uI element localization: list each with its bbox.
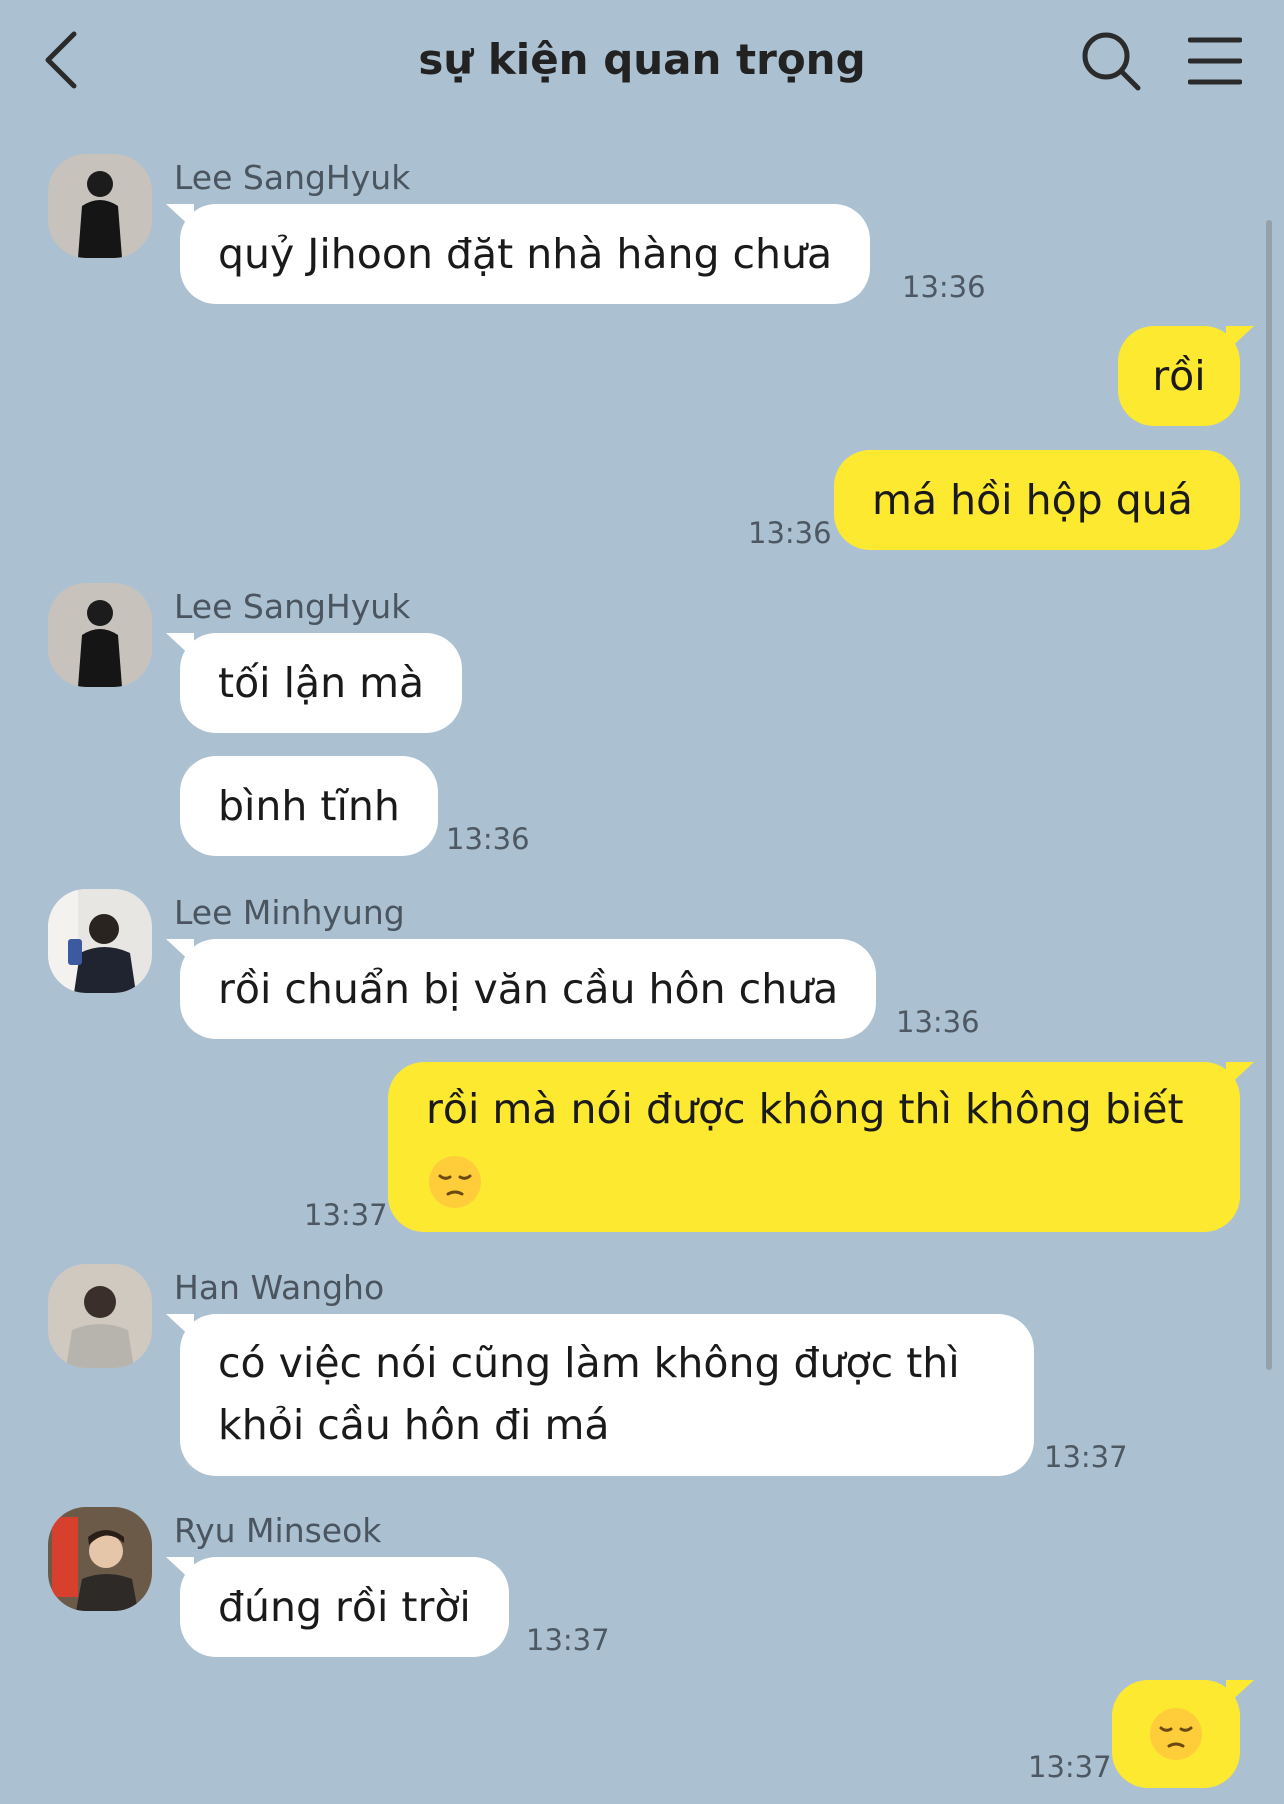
message-bubble[interactable]: rồi chuẩn bị văn cầu hôn chưa — [165, 939, 877, 1039]
message-time: 13:36 — [896, 1005, 980, 1039]
message-bubble[interactable]: đúng rồi trời — [166, 1557, 509, 1657]
avatar[interactable] — [48, 154, 152, 258]
search-button[interactable] — [1080, 30, 1142, 92]
message-bubble[interactable]: rồi mà nói được không thì không biết — [388, 1062, 1254, 1232]
scrollbar[interactable] — [1266, 220, 1272, 1370]
avatar-icon — [48, 1507, 152, 1611]
message-time: 13:36 — [748, 516, 832, 550]
avatar-icon — [48, 154, 152, 258]
message-bubble[interactable]: tối lận mà — [165, 633, 463, 733]
message-time: 13:37 — [1028, 1750, 1112, 1784]
message-text: rồi mà nói được không thì không biết — [426, 1085, 1184, 1133]
avatar-icon — [48, 583, 152, 687]
message-bubble[interactable] — [1112, 1680, 1254, 1788]
sender-name: Ryu Minseok — [174, 1511, 382, 1550]
sender-name: Lee SangHyuk — [174, 587, 411, 626]
avatar[interactable] — [48, 889, 152, 993]
message-time: 13:36 — [446, 822, 530, 856]
message-bubble[interactable]: quỷ Jihoon đặt nhà hàng chưa — [165, 204, 871, 304]
avatar-icon — [48, 1264, 152, 1368]
pensive-face-emoji — [426, 1153, 484, 1211]
message-time: 13:37 — [1044, 1440, 1128, 1474]
message-text: khỏi cầu hôn đi má — [218, 1401, 610, 1449]
message-bubble[interactable]: má hồi hộp quá — [834, 450, 1240, 550]
pensive-face-emoji — [1147, 1705, 1205, 1763]
message-text: có việc nói cũng làm không được thì — [218, 1339, 960, 1387]
sender-name: Lee SangHyuk — [174, 158, 411, 197]
hamburger-menu-icon — [1187, 37, 1243, 85]
message-bubble[interactable]: bình tĩnh — [180, 756, 438, 856]
chat-header: sự kiện quan trọng — [0, 0, 1284, 130]
message-time: 13:37 — [526, 1623, 610, 1657]
sender-name: Lee Minhyung — [174, 893, 405, 932]
message-bubble[interactable]: rồi — [1118, 326, 1254, 426]
message-time: 13:36 — [902, 270, 986, 304]
avatar[interactable] — [48, 1507, 152, 1611]
menu-button[interactable] — [1187, 34, 1243, 88]
avatar[interactable] — [48, 1264, 152, 1368]
avatar[interactable] — [48, 583, 152, 687]
message-time: 13:37 — [304, 1198, 388, 1232]
search-icon — [1082, 32, 1141, 91]
sender-name: Han Wangho — [174, 1268, 385, 1307]
avatar-icon — [48, 889, 152, 993]
message-bubble[interactable]: có việc nói cũng làm không được thì khỏi… — [166, 1314, 1034, 1476]
